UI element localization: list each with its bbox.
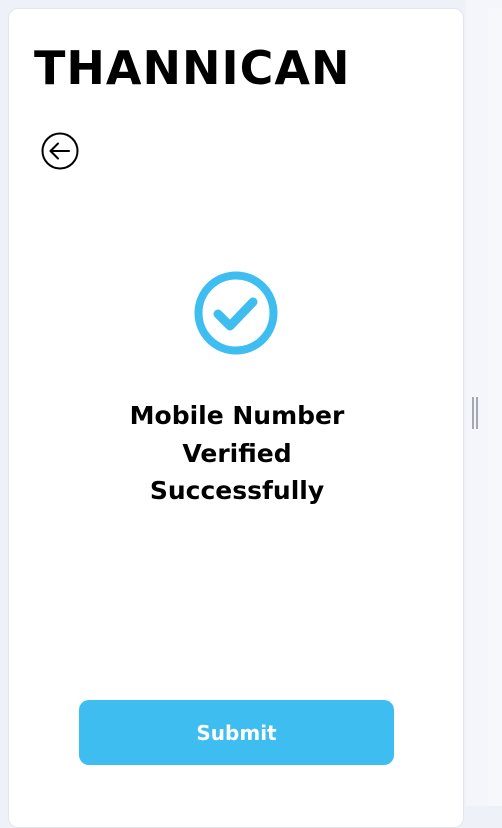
side-panel-strip bbox=[488, 8, 502, 806]
resize-handle[interactable] bbox=[472, 397, 478, 429]
message-line: Verified bbox=[182, 438, 292, 468]
app-title: THANNICAN bbox=[34, 41, 351, 95]
submit-button[interactable]: Submit bbox=[79, 700, 394, 765]
arrow-left-circle-icon bbox=[41, 132, 79, 170]
message-line: Successfully bbox=[149, 476, 325, 505]
back-button[interactable] bbox=[41, 132, 79, 170]
message-line: Mobile Number bbox=[129, 401, 345, 430]
verification-message: Mobile Number Verified Successfully bbox=[90, 397, 384, 510]
check-circle-icon bbox=[194, 271, 278, 355]
